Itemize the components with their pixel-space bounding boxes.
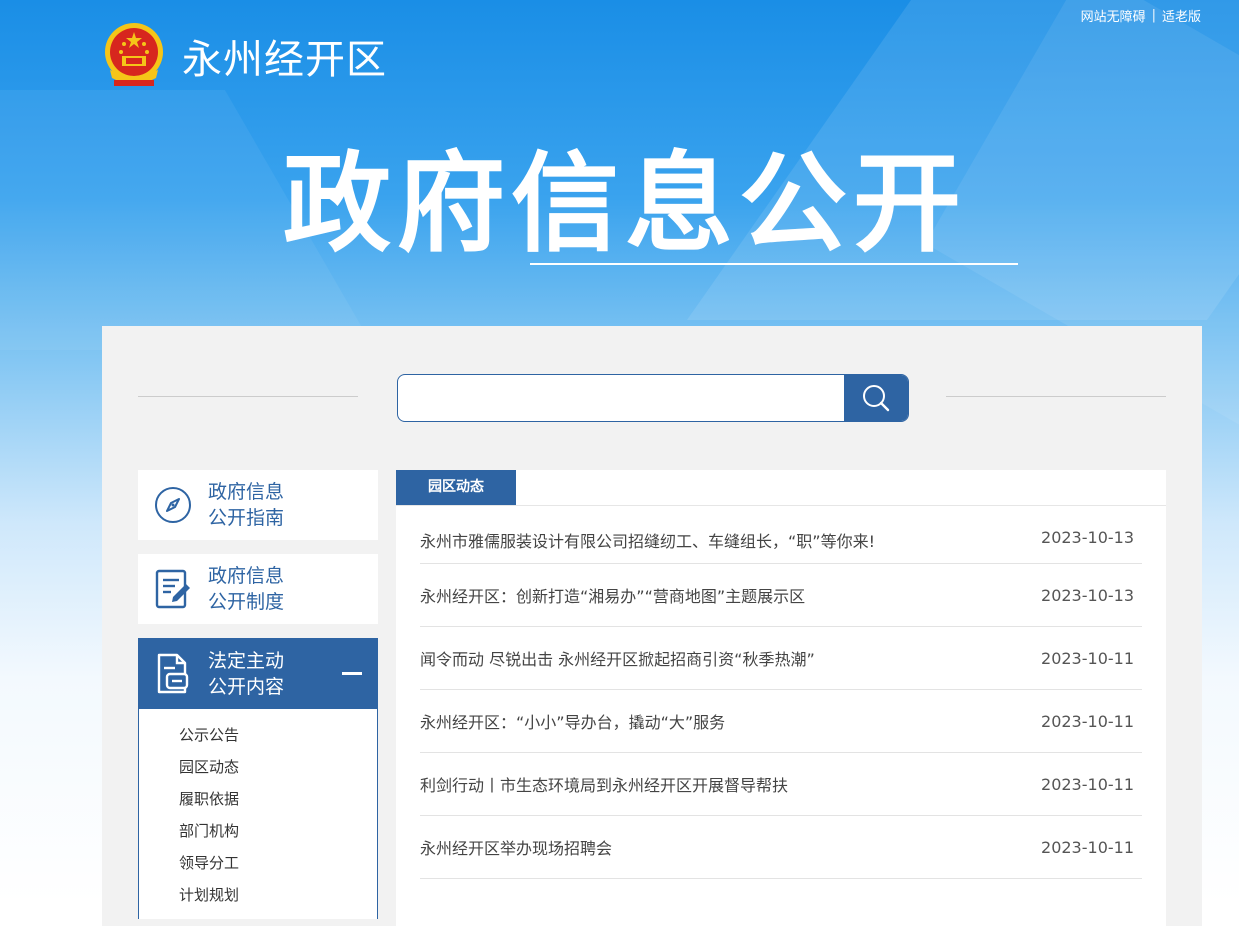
sidebar-card-label: 政府信息 xyxy=(208,481,285,503)
site-name: 永州经开区 xyxy=(182,37,387,83)
list-item[interactable]: 永州市雅儒服装设计有限公司招缝纫工、车缝组长，“职”等你来! 2023-10-1… xyxy=(420,528,1142,564)
news-date: 2023-10-13 xyxy=(1041,585,1134,605)
list-item[interactable]: 永州经开区：创新打造“湘易办”“营商地图”主题展示区 2023-10-13 xyxy=(420,564,1142,627)
elderly-mode-link[interactable]: 适老版 xyxy=(1162,6,1201,25)
search-divider-left xyxy=(138,396,358,397)
sidebar-item-announcements[interactable]: 公示公告 xyxy=(139,723,377,755)
tab-park-news[interactable]: 园区动态 xyxy=(396,470,516,505)
list-item[interactable]: 利剑行动丨市生态环境局到永州经开区开展督导帮扶 2023-10-11 xyxy=(420,753,1142,816)
search-divider-right xyxy=(946,396,1166,397)
news-date: 2023-10-11 xyxy=(1041,648,1134,668)
sidebar-item-departments[interactable]: 部门机构 xyxy=(139,819,377,851)
news-panel: 园区动态 永州市雅儒服装设计有限公司招缝纫工、车缝组长，“职”等你来! 2023… xyxy=(396,470,1166,930)
sidebar-card-label: 政府信息 xyxy=(208,565,285,587)
search-icon xyxy=(863,385,890,412)
sidebar-card-label: 法定主动 xyxy=(208,649,285,672)
news-title: 永州经开区举办现场招聘会 xyxy=(420,839,613,858)
news-title: 利剑行动丨市生态环境局到永州经开区开展督导帮扶 xyxy=(420,776,789,795)
news-title: 永州市雅儒服装设计有限公司招缝纫工、车缝组长，“职”等你来! xyxy=(420,532,875,551)
sidebar-card-label: 公开指南 xyxy=(208,507,285,529)
news-header: 园区动态 xyxy=(396,470,1166,506)
news-date: 2023-10-11 xyxy=(1041,837,1134,857)
sidebar-item-park-news[interactable]: 园区动态 xyxy=(139,755,377,787)
accessibility-link[interactable]: 网站无障碍 xyxy=(1081,6,1146,25)
sidebar-submenu: 公示公告 园区动态 履职依据 部门机构 领导分工 计划规划 xyxy=(138,709,378,919)
sidebar-card-label: 公开内容 xyxy=(208,675,285,698)
national-emblem-icon xyxy=(105,23,163,86)
search-bar xyxy=(397,374,909,422)
sidebar-card-guide[interactable]: 政府信息 公开指南 xyxy=(138,470,378,540)
list-item[interactable]: 永州经开区举办现场招聘会 2023-10-11 xyxy=(420,816,1142,879)
news-title: 永州经开区：创新打造“湘易办”“营商地图”主题展示区 xyxy=(420,587,806,606)
list-item[interactable]: 闻令而动 尽锐出击 永州经开区掀起招商引资“秋季热潮” 2023-10-11 xyxy=(420,627,1142,690)
compass-icon xyxy=(155,487,191,523)
news-date: 2023-10-11 xyxy=(1041,774,1134,794)
news-title: 闻令而动 尽锐出击 永州经开区掀起招商引资“秋季热潮” xyxy=(420,650,815,669)
sidebar-item-duty-basis[interactable]: 履职依据 xyxy=(139,787,377,819)
sidebar-card-label: 公开制度 xyxy=(208,591,285,613)
document-edit-icon xyxy=(155,569,190,609)
page-title: 政府信息公开 xyxy=(283,142,968,267)
sidebar-card-system[interactable]: 政府信息 公开制度 xyxy=(138,554,378,624)
site-logo[interactable]: 永州经开区 xyxy=(102,20,387,92)
title-underline xyxy=(530,263,1018,265)
top-links: 网站无障碍 | 适老版 xyxy=(1081,6,1201,25)
news-list: 永州市雅儒服装设计有限公司招缝纫工、车缝组长，“职”等你来! 2023-10-1… xyxy=(420,528,1142,879)
document-list-icon xyxy=(157,653,189,693)
search-input[interactable] xyxy=(398,375,844,421)
news-date: 2023-10-13 xyxy=(1041,528,1134,547)
link-separator: | xyxy=(1151,8,1156,23)
sidebar-item-leadership[interactable]: 领导分工 xyxy=(139,851,377,883)
sidebar-item-plans[interactable]: 计划规划 xyxy=(139,883,377,915)
search-button[interactable] xyxy=(844,375,908,421)
news-date: 2023-10-11 xyxy=(1041,711,1134,731)
sidebar-card-active-content[interactable]: 法定主动 公开内容 xyxy=(138,638,378,709)
collapse-icon[interactable] xyxy=(342,672,362,675)
news-title: 永州经开区：“小小”导办台，撬动“大”服务 xyxy=(420,713,726,732)
list-item[interactable]: 永州经开区：“小小”导办台，撬动“大”服务 2023-10-11 xyxy=(420,690,1142,753)
